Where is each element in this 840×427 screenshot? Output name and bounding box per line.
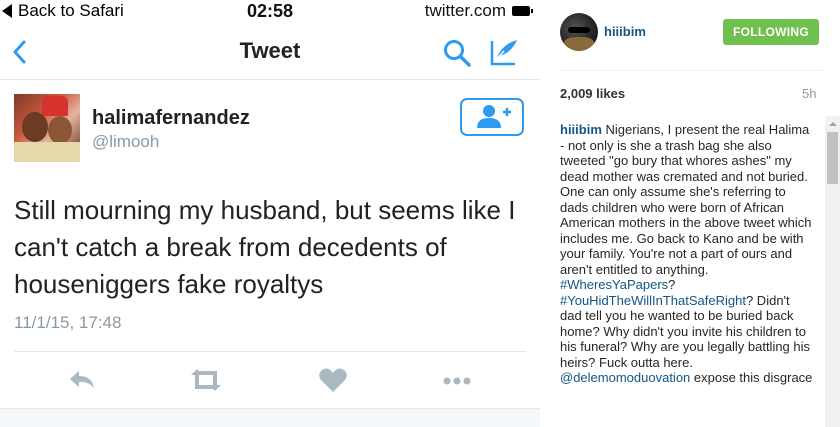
heart-icon[interactable] <box>317 366 349 394</box>
instagram-username[interactable]: hiiibim <box>604 24 646 39</box>
avatar[interactable] <box>560 13 598 51</box>
retweet-icon[interactable] <box>188 366 224 394</box>
tweet-timestamp[interactable]: 11/1/15, 17:48 <box>14 313 121 333</box>
search-icon[interactable] <box>442 38 472 68</box>
tweet-display-name[interactable]: halimafernandez <box>92 107 250 130</box>
post-caption: hiiibim Nigerians, I present the real Ha… <box>560 122 814 386</box>
twitter-phone-screenshot: Back to Safari 02:58 twitter.com Tweet h… <box>0 0 540 427</box>
status-bar: Back to Safari 02:58 twitter.com <box>0 0 540 24</box>
battery-icon <box>512 6 533 16</box>
tweet-handle[interactable]: @limooh <box>92 132 159 152</box>
following-button[interactable]: FOLLOWING <box>723 19 819 45</box>
mention-link[interactable]: @delemomoduovation <box>560 370 690 385</box>
bottom-divider <box>0 408 540 427</box>
status-site-label: twitter.com <box>424 1 506 20</box>
more-icon[interactable] <box>441 366 473 394</box>
caption-text: expose this disgrace <box>690 370 813 385</box>
add-user-icon <box>477 105 511 128</box>
caption-author[interactable]: hiiibim <box>560 122 602 137</box>
status-site: twitter.com <box>424 1 533 21</box>
post-age: 5h <box>802 86 817 101</box>
compose-icon[interactable] <box>488 36 520 68</box>
scrollbar-thumb[interactable] <box>827 132 838 184</box>
scroll-up-arrow-icon[interactable] <box>825 118 840 130</box>
caption-text: ? <box>668 277 676 292</box>
divider <box>14 351 526 352</box>
instagram-panel: hiiibim FOLLOWING 2,009 likes 5h hiiibim… <box>540 0 840 427</box>
hashtag-link[interactable]: #YouHidTheWillInThatSafeRight <box>560 293 746 308</box>
tweet-text: Still mourning my husband, but seems lik… <box>14 195 516 299</box>
caption-scrollbar[interactable] <box>825 116 840 427</box>
caption-text: Nigerians, I present the real Halima - n… <box>560 122 812 277</box>
avatar[interactable] <box>14 94 80 162</box>
follow-button[interactable] <box>460 98 524 136</box>
tweet-actions <box>14 366 526 396</box>
tweet-navbar: Tweet <box>0 24 540 80</box>
reply-icon[interactable] <box>66 366 98 394</box>
divider <box>560 70 822 71</box>
likes-count[interactable]: 2,009 likes <box>560 86 625 101</box>
hashtag-link[interactable]: #WheresYaPapers <box>560 277 668 292</box>
